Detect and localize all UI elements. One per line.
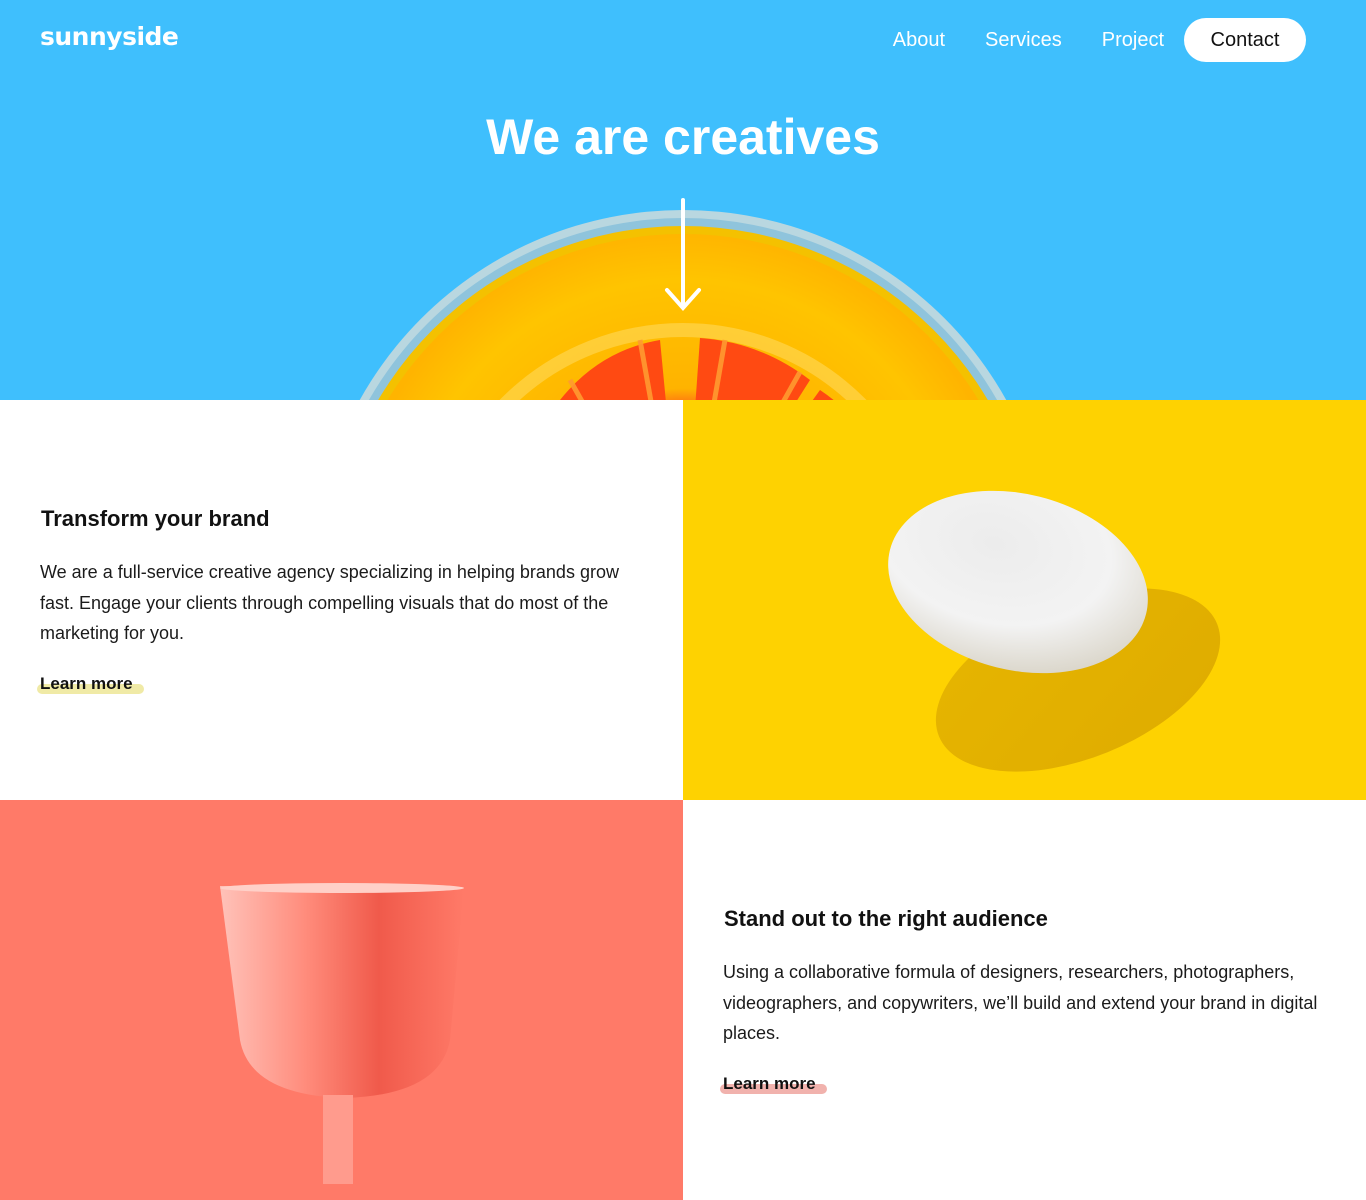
nav-project[interactable]: Project [1102, 29, 1164, 52]
learn-more-link[interactable]: Learn more [720, 1074, 827, 1094]
glass-image [0, 800, 683, 1200]
nav-about[interactable]: About [893, 29, 945, 52]
hero-section: sunnyside About Services Project Contact… [0, 0, 1366, 400]
feature-title: Stand out to the right audience [724, 906, 1048, 931]
nav-services[interactable]: Services [985, 29, 1062, 52]
feature-transform: Transform your brand We are a full-servi… [0, 400, 683, 800]
egg-image [683, 400, 1366, 800]
feature-body: Using a collaborative formula of designe… [723, 962, 1318, 1043]
feature-stand-out: Stand out to the right audience Using a … [683, 800, 1366, 1200]
main-nav: About Services Project Contact [893, 18, 1306, 62]
feature-title: Transform your brand [41, 506, 270, 531]
learn-more-label: Learn more [723, 1074, 816, 1093]
learn-more-link[interactable]: Learn more [37, 674, 144, 694]
logo[interactable]: sunnyside [40, 22, 179, 51]
learn-more-label: Learn more [40, 674, 133, 693]
contact-button[interactable]: Contact [1184, 18, 1306, 62]
feature-body: We are a full-service creative agency sp… [40, 562, 619, 643]
hero-title: We are creatives [486, 109, 880, 165]
